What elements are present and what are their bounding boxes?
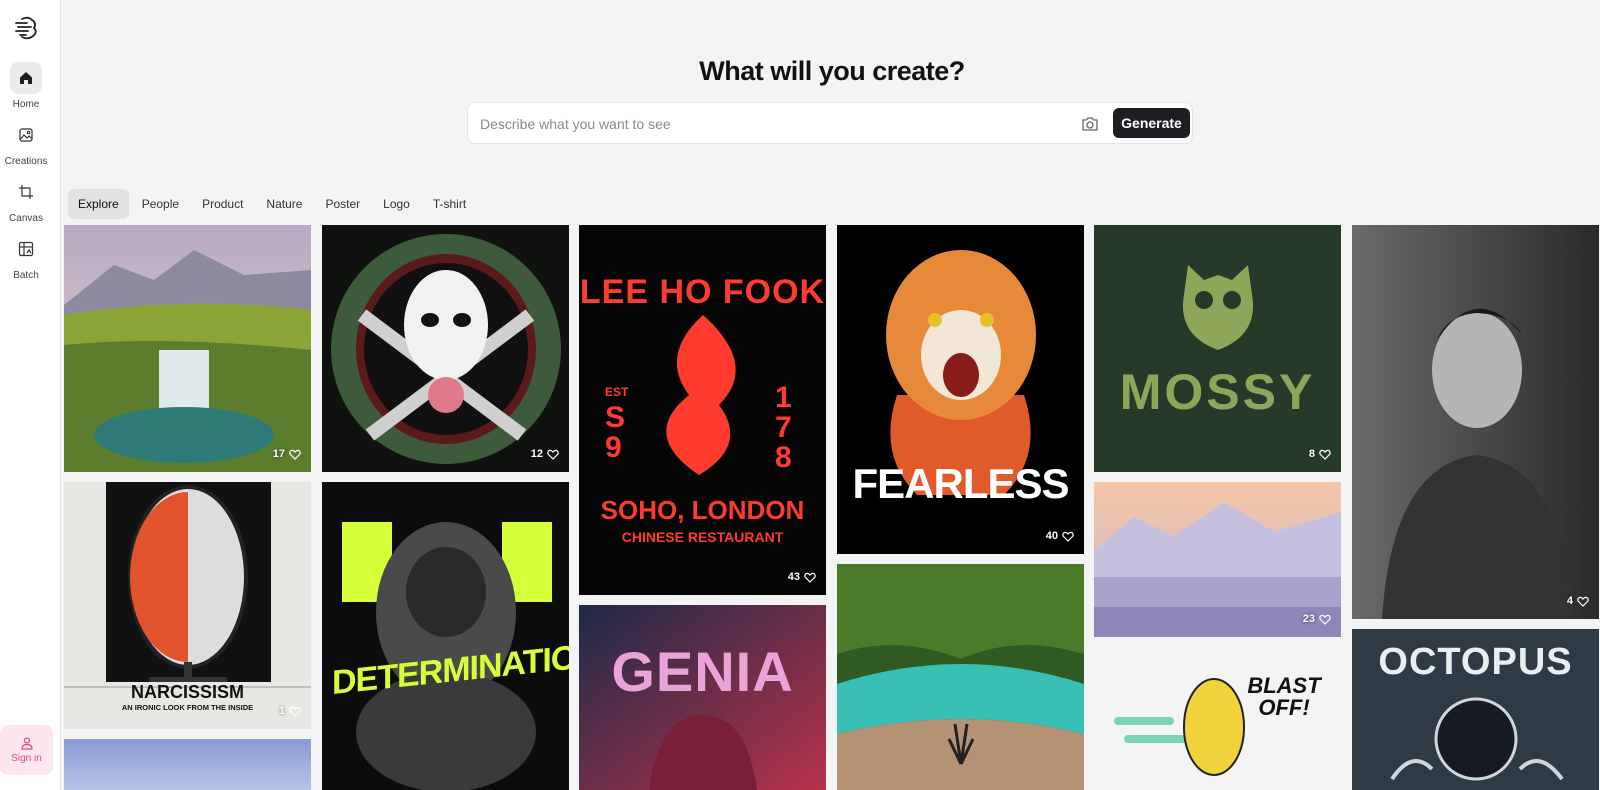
likes-count[interactable]: 8 <box>1309 448 1331 460</box>
prompt-bar: Generate <box>467 102 1193 144</box>
likes-value: 4 <box>1566 595 1573 607</box>
emblem-right-number: 178 <box>775 381 792 474</box>
heart-icon <box>1577 596 1589 607</box>
mangrove-river-image <box>837 564 1084 790</box>
likes-count[interactable]: 40 <box>1046 530 1074 542</box>
likes-value: 1 <box>278 705 285 717</box>
emblem-left-number: S9 <box>605 401 626 464</box>
tab-people[interactable]: People <box>132 189 189 219</box>
prompt-input[interactable] <box>480 113 1060 135</box>
nav-home-label: Home <box>12 99 40 110</box>
tab-tshirt[interactable]: T-shirt <box>423 189 476 219</box>
waterfall-image <box>64 225 311 472</box>
sticker-text: BLAST OFF! <box>1247 673 1321 720</box>
nav-canvas-label: Canvas <box>9 213 43 224</box>
tab-poster[interactable]: Poster <box>315 189 370 219</box>
sign-in-label: Sign in <box>11 753 42 764</box>
nav-creations-label: Creations <box>4 156 48 167</box>
gallery-card-narcissism[interactable]: NARCISSISM AN IRONIC LOOK FROM THE INSID… <box>64 482 311 729</box>
emblem-bottom-subtext: CHINESE RESTAURANT <box>621 529 784 545</box>
camera-icon[interactable] <box>1080 114 1100 134</box>
heart-icon <box>1319 614 1331 625</box>
batch-grid-icon <box>10 233 42 265</box>
poster-text: FEARLESS <box>852 460 1069 507</box>
gallery-card-mask[interactable]: 12 <box>322 225 569 472</box>
nav-batch[interactable]: Batch <box>0 233 52 281</box>
portrait-photo-image <box>1352 225 1599 619</box>
likes-count[interactable]: 43 <box>788 571 816 583</box>
nav-creations[interactable]: Creations <box>0 119 52 167</box>
likes-count[interactable]: 1 <box>279 705 301 717</box>
poster-text: GENIA <box>611 640 794 703</box>
sky-image <box>64 739 311 790</box>
poster-title: NARCISSISM <box>130 682 244 702</box>
crop-icon <box>10 176 42 208</box>
heart-icon <box>1319 449 1331 460</box>
emblem-est: EST <box>605 385 629 399</box>
sidebar: Home Creations Canvas Batch Sign in <box>0 0 61 790</box>
gallery-card-tiger[interactable]: FEARLESS 40 <box>837 225 1084 554</box>
heart-icon <box>1062 531 1074 542</box>
gallery-card-gorilla[interactable]: DETERMINATION <box>322 482 569 790</box>
category-tabs: Explore People Product Nature Poster Log… <box>68 189 476 219</box>
likes-count[interactable]: 4 <box>1567 595 1589 607</box>
poster-subtitle: AN IRONIC LOOK FROM THE INSIDE <box>121 703 254 712</box>
likes-count[interactable]: 12 <box>531 448 559 460</box>
emblem-top-text: LEE HO FOOK <box>579 273 826 311</box>
owl-logo-image <box>1094 225 1341 472</box>
nav-batch-label: Batch <box>13 270 39 281</box>
tab-logo[interactable]: Logo <box>373 189 420 219</box>
generate-button[interactable]: Generate <box>1113 108 1190 138</box>
heart-icon <box>289 706 301 717</box>
gallery-card-mangrove[interactable] <box>837 564 1084 790</box>
logo-text: MOSSY <box>1119 364 1316 420</box>
likes-value: 12 <box>530 448 543 460</box>
heart-icon <box>804 572 816 583</box>
likes-value: 23 <box>1302 613 1315 625</box>
gallery-card-waterfall[interactable]: 17 <box>64 225 311 472</box>
heart-icon <box>547 449 559 460</box>
nav-canvas[interactable]: Canvas <box>0 176 52 224</box>
image-icon <box>10 119 42 151</box>
page-title: What will you create? <box>699 56 965 86</box>
likes-value: 43 <box>787 571 800 583</box>
gallery-card-portrait[interactable]: 4 <box>1352 225 1599 619</box>
gorilla-poster-image <box>322 482 569 790</box>
poster-text: OCTOPUS <box>1378 641 1573 683</box>
sign-in-button[interactable]: Sign in <box>0 725 53 775</box>
user-icon <box>20 737 33 750</box>
likes-count[interactable]: 17 <box>273 448 301 460</box>
hockey-mask-knives-image <box>322 225 569 472</box>
likes-value: 40 <box>1045 530 1058 542</box>
brand-logo-icon[interactable] <box>12 14 40 42</box>
gallery-card-octopus[interactable]: OCTOPUS <box>1352 629 1599 790</box>
tab-product[interactable]: Product <box>192 189 253 219</box>
heart-icon <box>289 449 301 460</box>
gallery-card-mossy[interactable]: MOSSY 8 <box>1094 225 1341 472</box>
gallery-card-lake[interactable]: 23 <box>1094 482 1341 637</box>
gallery-card-genia[interactable]: GENIA <box>579 605 826 790</box>
gallery-card-blastoff[interactable]: BLAST OFF! <box>1094 647 1341 790</box>
tab-nature[interactable]: Nature <box>256 189 312 219</box>
emblem-bottom-text: SOHO, LONDON <box>600 495 805 525</box>
likes-value: 17 <box>272 448 285 460</box>
gallery-card-sky[interactable] <box>64 739 311 790</box>
likes-count[interactable]: 23 <box>1303 613 1331 625</box>
likes-value: 8 <box>1308 448 1315 460</box>
tab-explore[interactable]: Explore <box>68 189 129 219</box>
gallery-card-dragon[interactable]: LEE HO FOOK EST S9 178 SOHO, LONDON CHIN… <box>579 225 826 595</box>
